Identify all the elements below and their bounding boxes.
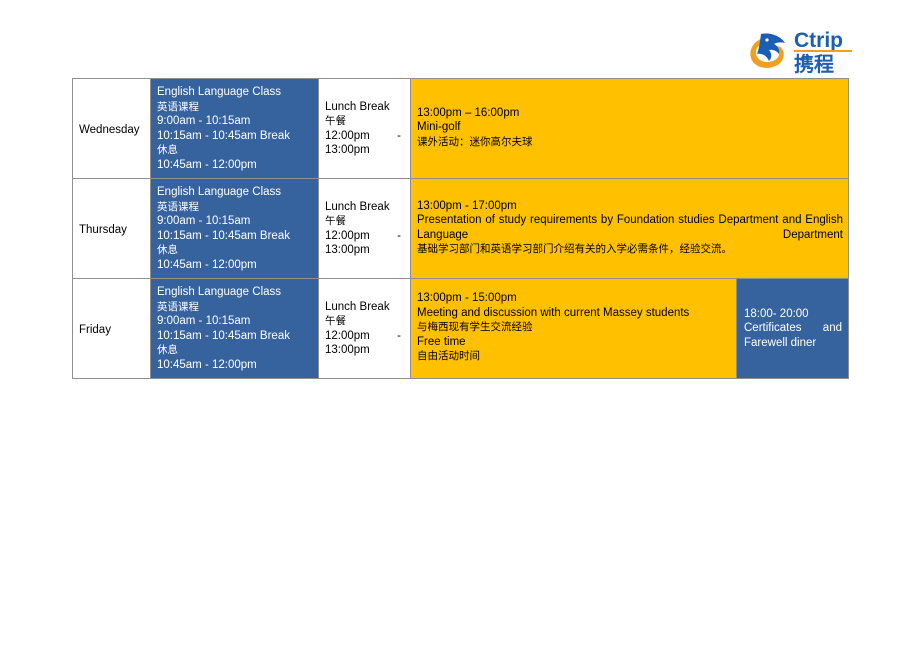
lunch-title-en: Lunch Break [325,200,390,213]
table-row: Friday English Language Class 英语课程 9:00a… [72,278,849,379]
svg-text:携程: 携程 [794,52,834,74]
class-title-cn: 英语课程 [157,100,199,113]
class-time-1: 9:00am - 10:15am [157,215,251,227]
activity-line2-cn: 自由活动时间 [417,350,480,363]
ctrip-logo: Ctrip 携程 [748,28,858,76]
day-label: Thursday [79,223,127,236]
table-row: Thursday English Language Class 英语课程 9:0… [72,178,849,279]
table-row: Wednesday English Language Class 英语课程 9:… [72,78,849,179]
class-title-en: English Language Class [157,86,282,98]
lunch-cell-friday: Lunch Break 午餐 12:00pm - 13:00pm [318,278,411,379]
lunch-end: 13:00pm [325,144,370,156]
class-time-2: 10:45am - 12:00pm [157,358,257,371]
lunch-title-cn: 午餐 [325,315,346,327]
class-time-2: 10:45am - 12:00pm [157,158,257,171]
class-time-1: 9:00am - 10:15am [157,115,251,127]
class-title-en: English Language Class [157,286,282,298]
lunch-title-cn: 午餐 [325,115,346,127]
class-break-en: 10:15am - 10:45am Break [157,229,290,242]
class-time-2: 10:45am - 12:00pm [157,258,257,271]
activity-time: 13:00pm - 15:00pm [417,292,517,305]
lunch-start: 12:00pm [325,229,370,242]
day-cell-thursday: Thursday [72,178,151,279]
class-cell-wednesday: English Language Class 英语课程 9:00am - 10:… [150,78,319,179]
activity-title-en: Mini-golf [417,121,461,134]
class-cell-thursday: English Language Class 英语课程 9:00am - 10:… [150,178,319,279]
class-title-en: English Language Class [157,186,282,198]
day-cell-friday: Friday [72,278,151,379]
activity-cell-friday: 13:00pm - 15:00pm Meeting and discussion… [410,278,737,379]
day-label: Wednesday [79,123,140,136]
evening-time: 18:00- 20:00 [744,307,809,320]
class-title-cn: 英语课程 [157,200,199,213]
lunch-title-en: Lunch Break [325,100,390,113]
lunch-dash: - [397,229,401,242]
activity-title-cn: 课外活动：迷你高尔夫球 [417,135,533,148]
lunch-start: 12:00pm [325,129,370,142]
dolphin-icon [748,30,792,72]
activity-time: 13:00pm - 17:00pm [417,199,517,212]
class-break-cn: 休息 [157,244,178,256]
weekly-schedule-table: Wednesday English Language Class 英语课程 9:… [72,78,849,379]
day-cell-wednesday: Wednesday [72,78,151,179]
evening-cell-friday: 18:00- 20:00 Certificates and Farewell d… [736,278,849,379]
activity-cell-thursday: 13:00pm - 17:00pm Presentation of study … [410,178,849,279]
activity-title-cn: 基础学习部门和英语学习部门介绍有关的入学必需条件，经验交流。 [417,243,732,255]
class-break-cn: 休息 [157,144,178,156]
activity-time: 13:00pm – 16:00pm [417,106,520,119]
lunch-end: 13:00pm [325,344,370,356]
activity-cell-wednesday: 13:00pm – 16:00pm Mini-golf 课外活动：迷你高尔夫球 [410,78,849,179]
activity-title-cn: 与梅西现有学生交流经验 [417,321,533,334]
class-time-1: 9:00am - 10:15am [157,315,251,327]
evening-line1: Certificates and [744,322,842,335]
lunch-title-cn: 午餐 [325,215,346,227]
day-label: Friday [79,323,111,336]
class-title-cn: 英语课程 [157,300,199,313]
lunch-dash: - [397,129,401,142]
activity-title-en: Meeting and discussion with current Mass… [417,306,690,319]
lunch-title-en: Lunch Break [325,300,390,313]
ctrip-wordmark: Ctrip 携程 [794,28,858,76]
class-cell-friday: English Language Class 英语课程 9:00am - 10:… [150,278,319,379]
class-break-en: 10:15am - 10:45am Break [157,329,290,342]
class-break-cn: 休息 [157,344,178,356]
lunch-cell-thursday: Lunch Break 午餐 12:00pm - 13:00pm [318,178,411,279]
evening-line2: Farewell diner [744,336,817,349]
class-break-en: 10:15am - 10:45am Break [157,129,290,142]
activity-title-en: Presentation of study requirements by Fo… [417,214,843,241]
lunch-start: 12:00pm [325,329,370,342]
lunch-end: 13:00pm [325,244,370,256]
activity-line2-en: Free time [417,335,466,348]
svg-text:Ctrip: Ctrip [794,29,843,52]
lunch-cell-wednesday: Lunch Break 午餐 12:00pm - 13:00pm [318,78,411,179]
lunch-dash: - [397,329,401,342]
